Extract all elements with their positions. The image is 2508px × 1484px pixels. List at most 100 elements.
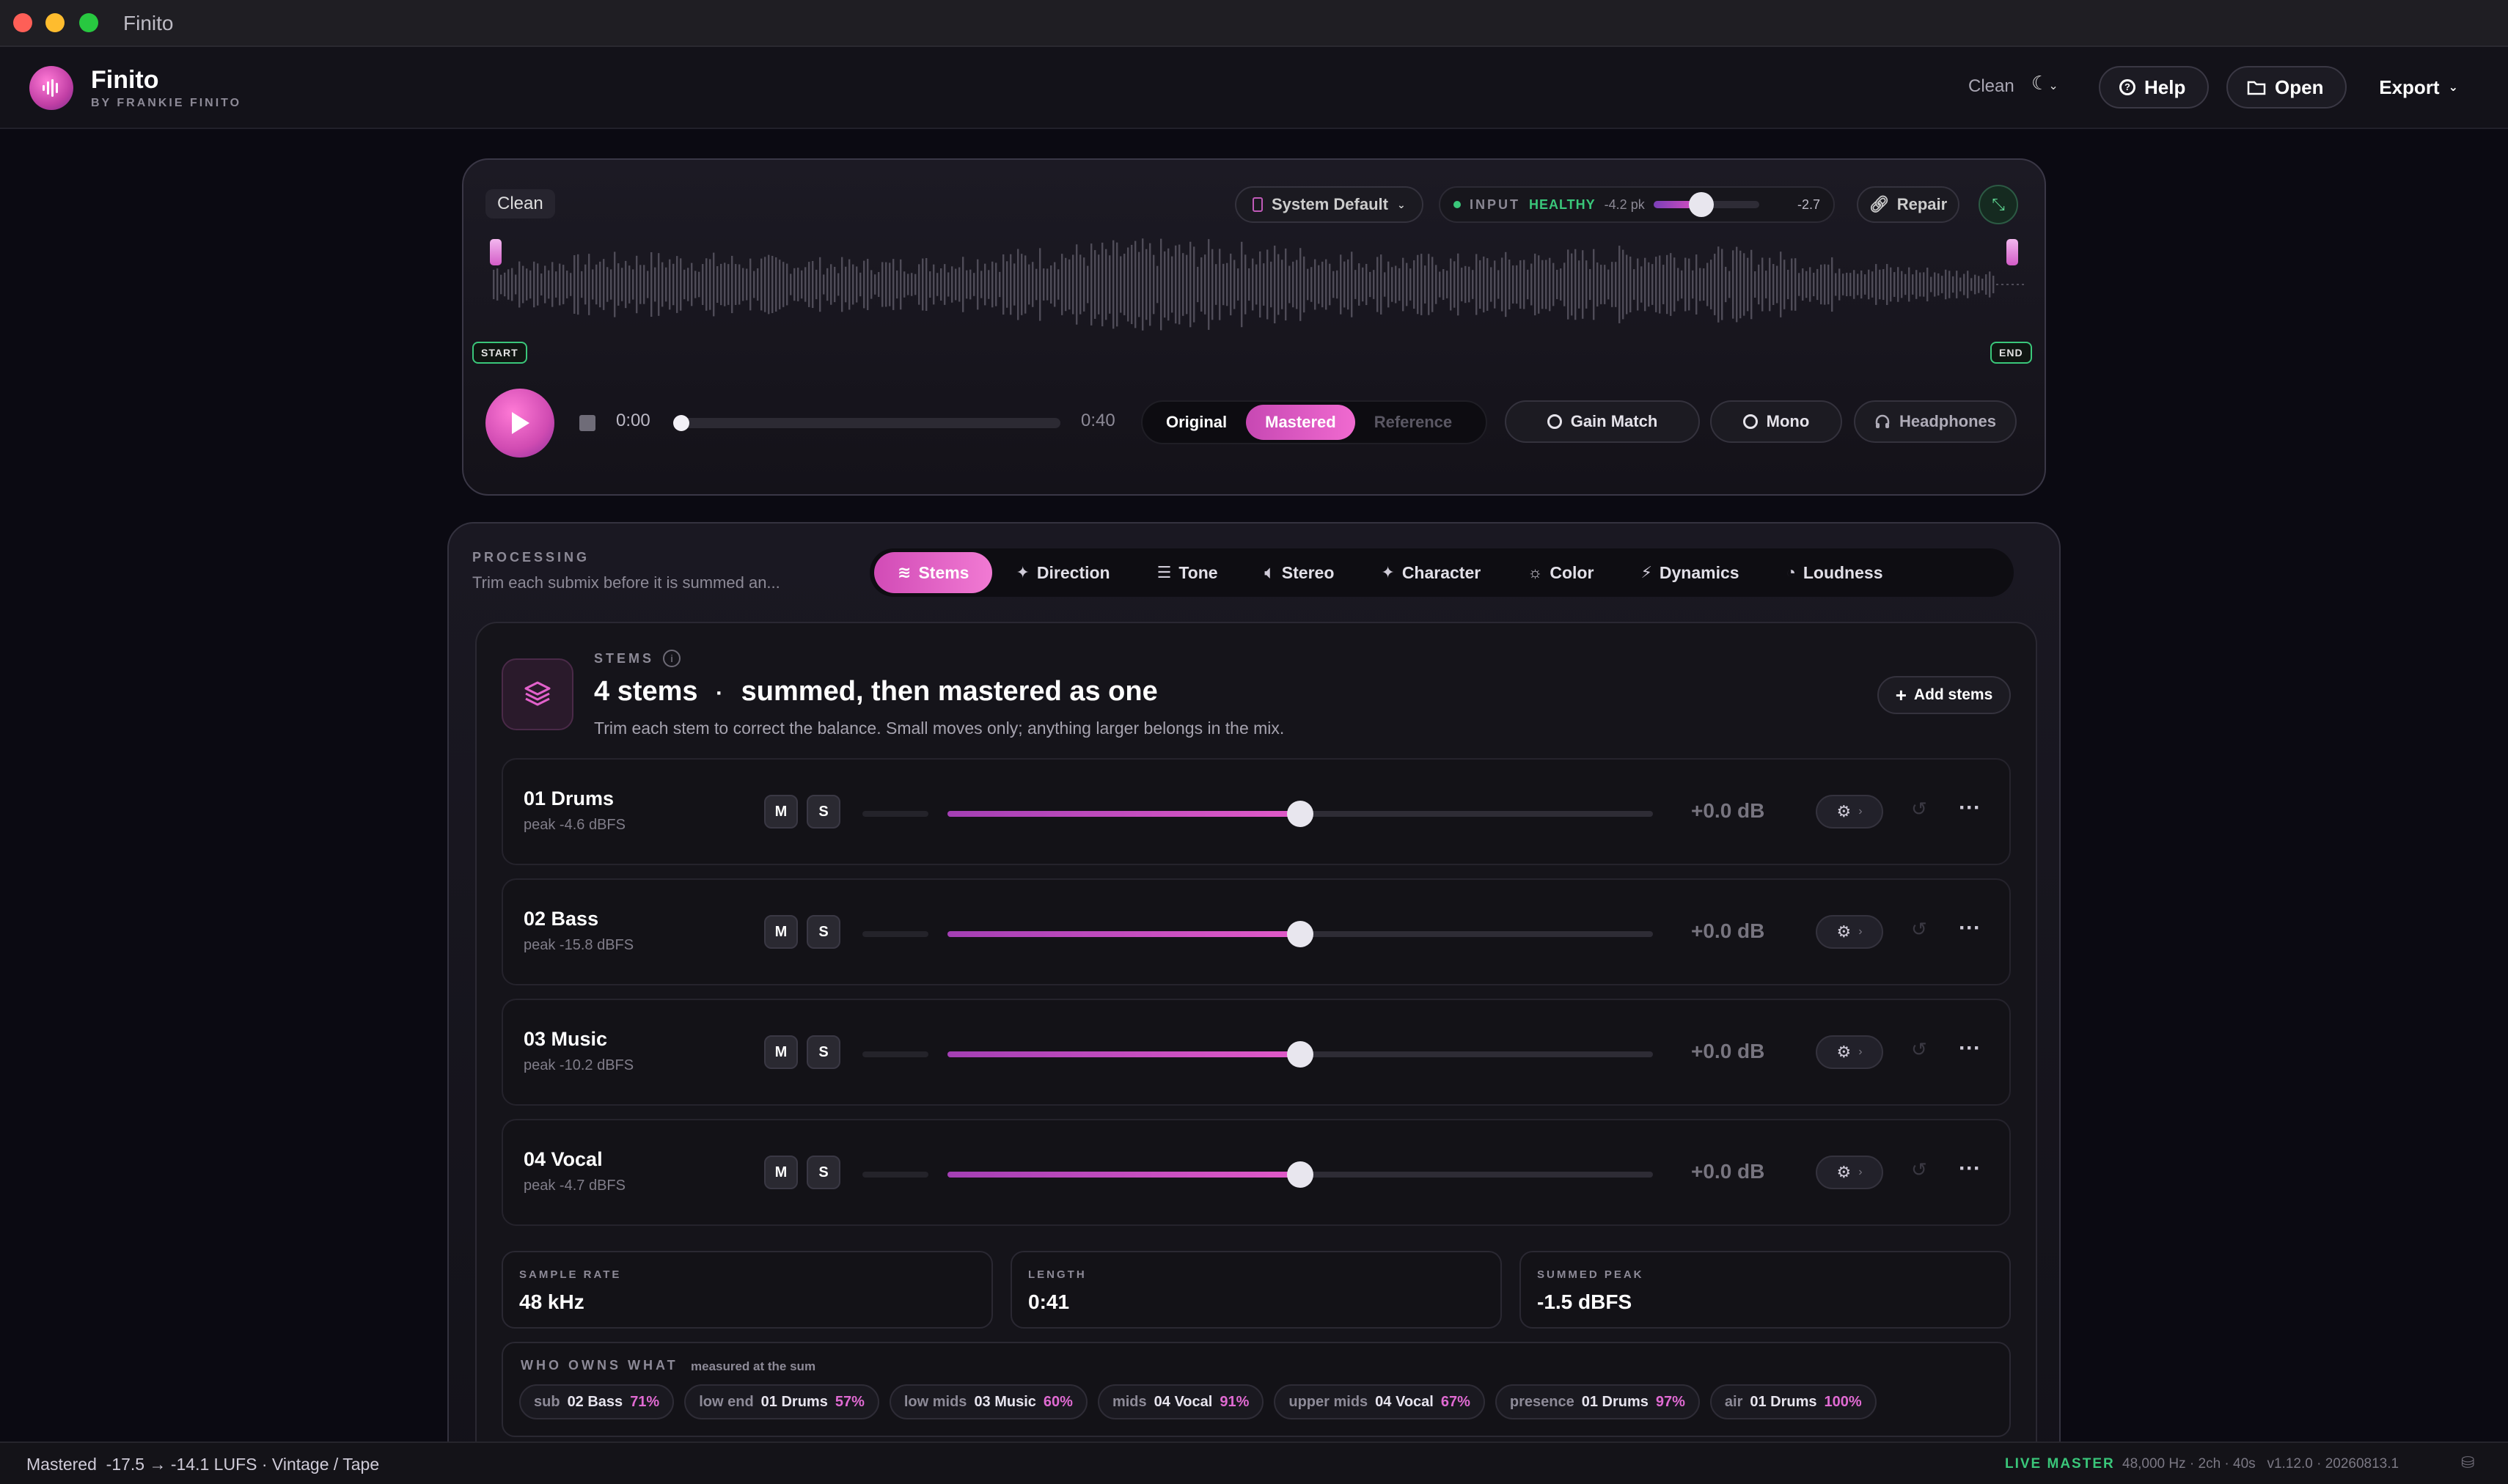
- input-gain-slider[interactable]: [1653, 192, 1759, 217]
- waveform-bar: [1457, 253, 1459, 316]
- solo-button[interactable]: S: [807, 795, 840, 829]
- waveform-bar: [1769, 257, 1771, 312]
- stem-trim-thumb[interactable]: [1287, 921, 1313, 947]
- waveform-bar: [1468, 266, 1470, 303]
- compare-reference[interactable]: Reference: [1355, 405, 1471, 440]
- waveform-bar: [584, 264, 587, 305]
- waveform-bar: [1589, 268, 1591, 301]
- chevron-down-icon: ⌄: [2448, 81, 2458, 94]
- stat-card: LENGTH 0:41: [1011, 1251, 1502, 1329]
- more-options-icon[interactable]: ···: [1952, 1034, 1987, 1069]
- play-button[interactable]: [485, 389, 554, 458]
- waveform-bar: [771, 255, 774, 314]
- more-options-icon[interactable]: ···: [1952, 1154, 1987, 1189]
- stem-settings-button[interactable]: ⚙ ›: [1816, 795, 1883, 829]
- stem-trim-slider[interactable]: [947, 921, 1653, 947]
- export-button[interactable]: Export ⌄: [2361, 66, 2479, 109]
- stem-trim-thumb[interactable]: [1287, 1041, 1313, 1068]
- stem-settings-button[interactable]: ⚙ ›: [1816, 1156, 1883, 1189]
- headphones-toggle[interactable]: Headphones: [1854, 400, 2017, 443]
- waveform-bar: [1505, 251, 1507, 317]
- stem-settings-button[interactable]: ⚙ ›: [1816, 915, 1883, 949]
- drive-icon[interactable]: ⛁: [2461, 1453, 2482, 1474]
- help-button[interactable]: ? Help: [2099, 66, 2209, 109]
- mute-button[interactable]: M: [764, 915, 798, 949]
- scrubber-thumb[interactable]: [673, 415, 689, 431]
- waveform-bar: [559, 263, 561, 306]
- stem-trim-slider[interactable]: [947, 801, 1653, 827]
- waveform-bar: [1450, 258, 1452, 311]
- open-button[interactable]: Open: [2226, 66, 2347, 109]
- waveform-bar: [1046, 268, 1049, 301]
- solo-button[interactable]: S: [807, 1156, 840, 1189]
- window-minimize-button[interactable]: [45, 13, 65, 32]
- waveform-bar: [1666, 254, 1668, 315]
- waveform-bar: [676, 256, 678, 313]
- collapse-button[interactable]: ⤡: [1979, 185, 2018, 224]
- output-device-select[interactable]: System Default ⌄: [1235, 186, 1423, 223]
- compare-original[interactable]: Original: [1147, 405, 1246, 440]
- waveform-bar: [1930, 276, 1932, 293]
- input-gain-thumb[interactable]: [1688, 192, 1714, 217]
- waveform-bar: [1615, 262, 1617, 307]
- waveform-bar: [1750, 249, 1753, 320]
- tab-tone[interactable]: ☰ Tone: [1134, 552, 1242, 593]
- start-marker-handle[interactable]: [490, 239, 502, 265]
- waveform-bar: [1523, 260, 1525, 309]
- window-maximize-button[interactable]: [79, 13, 98, 32]
- tab-stereo[interactable]: 🔈︎ Stereo: [1242, 552, 1358, 593]
- tab-color[interactable]: ☼ Color: [1504, 552, 1617, 593]
- mute-button[interactable]: M: [764, 1035, 798, 1069]
- waveform-bar: [1241, 241, 1243, 328]
- tab-direction[interactable]: ✦ Direction: [992, 552, 1133, 593]
- preset-chip[interactable]: Clean: [485, 189, 555, 218]
- add-stems-button[interactable]: + Add stems: [1877, 676, 2011, 714]
- tab-character[interactable]: ✦ Character: [1357, 552, 1504, 593]
- stem-settings-button[interactable]: ⚙ ›: [1816, 1035, 1883, 1069]
- stem-trim-thumb[interactable]: [1287, 1161, 1313, 1188]
- mono-toggle[interactable]: Mono: [1710, 400, 1842, 443]
- waveform-bar: [1816, 268, 1819, 301]
- solo-button[interactable]: S: [807, 1035, 840, 1069]
- waveform-bar: [896, 270, 898, 299]
- undo-icon[interactable]: ↺: [1911, 798, 1927, 820]
- tab-dynamics[interactable]: ⚡︎ Dynamics: [1617, 552, 1762, 593]
- undo-icon[interactable]: ↺: [1911, 1158, 1927, 1181]
- waveform-display[interactable]: [485, 233, 2025, 336]
- waveform-bar: [1464, 265, 1467, 304]
- waveform-bar: [885, 262, 887, 307]
- solo-button[interactable]: S: [807, 915, 840, 949]
- waveform-bar: [1175, 245, 1177, 324]
- stop-button[interactable]: [579, 415, 595, 431]
- repair-button[interactable]: 🔗︎ Repair: [1857, 186, 1959, 223]
- waveform-bar: [1516, 265, 1518, 304]
- waveform-bar: [1670, 253, 1672, 316]
- mute-button[interactable]: M: [764, 1156, 798, 1189]
- more-options-icon[interactable]: ···: [1952, 914, 1987, 949]
- stem-peak: peak -4.6 dBFS: [524, 817, 626, 833]
- waveform-bar: [1486, 258, 1489, 311]
- tab-loudness[interactable]: ◔ Loudness: [1763, 552, 1907, 593]
- waveform-bar: [1567, 249, 1569, 320]
- undo-icon[interactable]: ↺: [1911, 1038, 1927, 1061]
- compare-mastered[interactable]: Mastered: [1246, 405, 1355, 440]
- gain-match-toggle[interactable]: Gain Match: [1505, 400, 1700, 443]
- stem-trim-thumb[interactable]: [1287, 801, 1313, 827]
- stem-trim-fill: [947, 1172, 1300, 1178]
- end-marker-handle[interactable]: [2006, 239, 2018, 265]
- more-options-icon[interactable]: ···: [1952, 793, 1987, 829]
- waveform-bar: [1354, 270, 1357, 299]
- stem-trim-slider[interactable]: [947, 1161, 1653, 1188]
- waveform-bar: [731, 255, 733, 314]
- info-icon[interactable]: i: [663, 650, 681, 667]
- waveform-bar: [933, 264, 935, 305]
- theme-toggle[interactable]: ☾⌄: [2031, 72, 2078, 103]
- waveform-bar: [1109, 255, 1111, 314]
- chevron-right-icon: ›: [1858, 925, 1863, 938]
- tab-stems[interactable]: ≋ Stems: [874, 552, 993, 593]
- undo-icon[interactable]: ↺: [1911, 918, 1927, 941]
- playback-scrubber[interactable]: [673, 415, 1060, 431]
- mute-button[interactable]: M: [764, 795, 798, 829]
- stem-trim-slider[interactable]: [947, 1041, 1653, 1068]
- window-close-button[interactable]: [13, 13, 32, 32]
